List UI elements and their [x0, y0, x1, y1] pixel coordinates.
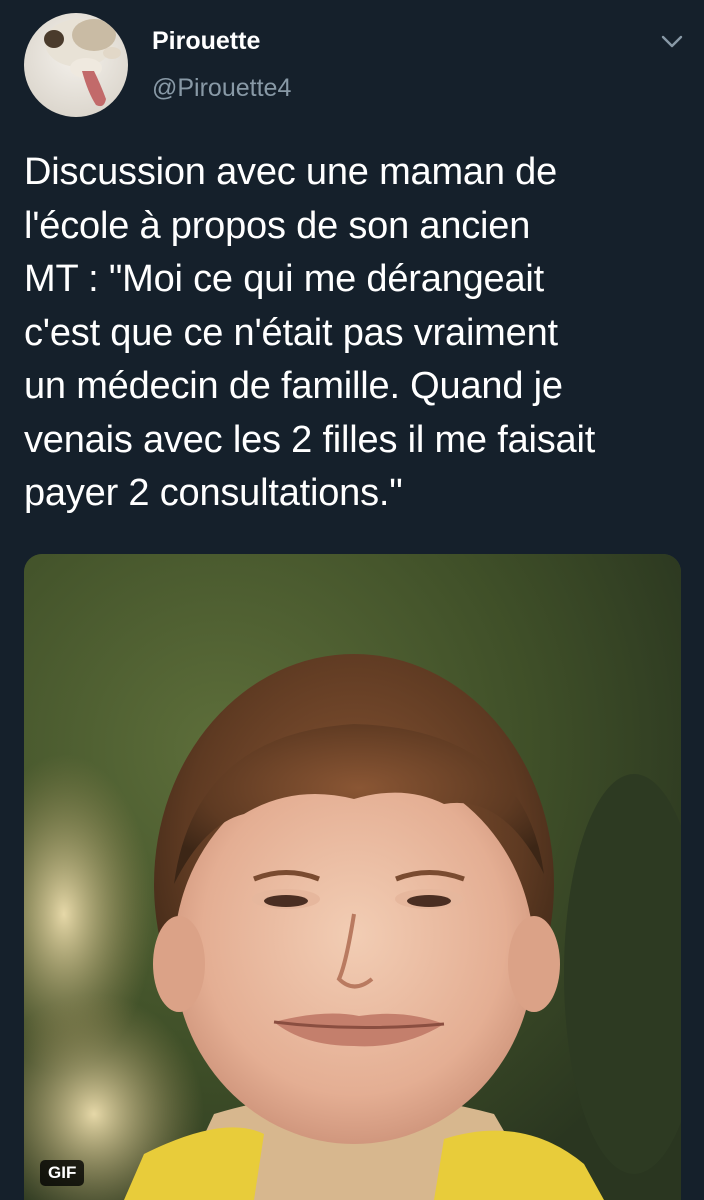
chevron-down-icon[interactable]	[656, 28, 688, 56]
gif-badge: GIF	[40, 1160, 85, 1186]
tweet-text: Discussion avec une maman de l'école à p…	[24, 151, 596, 514]
author-handle[interactable]: @Pirouette4	[152, 73, 291, 103]
author-display-name[interactable]: Pirouette	[152, 26, 260, 56]
tweet-gif-media[interactable]: GIF	[24, 554, 681, 1200]
llama-avatar-icon[interactable]	[24, 13, 128, 117]
tweet-card: Pirouette @Pirouette4 Discussion avec un…	[0, 0, 704, 1200]
awkward-boy-gif-image	[24, 554, 681, 1200]
